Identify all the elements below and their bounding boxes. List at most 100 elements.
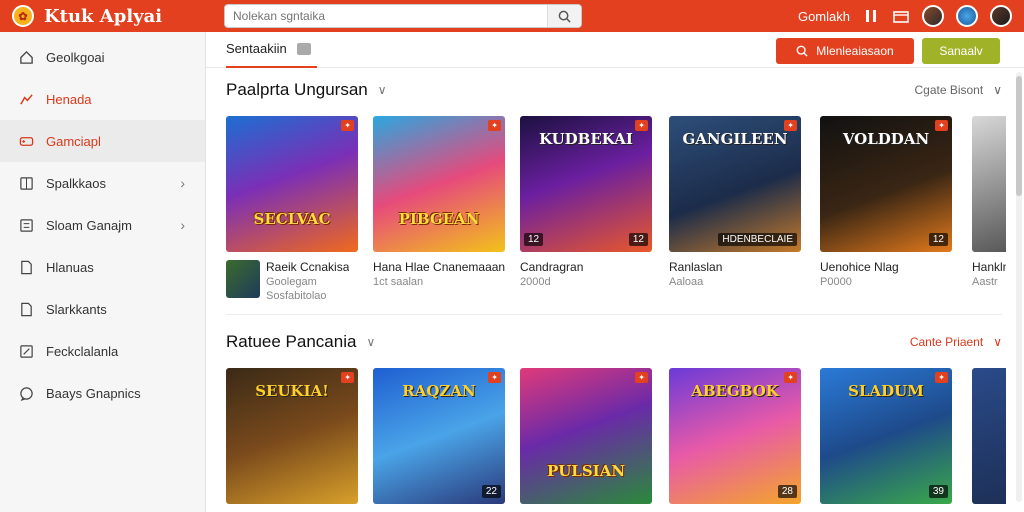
game-thumbnail — [972, 368, 1006, 504]
scrollbar[interactable] — [1016, 72, 1022, 502]
sidebar-item-label: Sloam Ganajm — [46, 217, 132, 233]
chevron-down-icon[interactable]: ∨ — [378, 83, 387, 97]
thumb-title: SLADUM — [848, 382, 924, 400]
pause-icon[interactable] — [862, 7, 880, 25]
new-tag-badge: ✦ — [488, 120, 501, 131]
game-card[interactable]: ✦ VOLDDAN 12 Uenohice Nlag P0000 — [820, 116, 952, 288]
game-card[interactable]: ✦ KUDBEKAI 12 12 Candragran 2000d — [520, 116, 652, 288]
tab-badge-icon — [296, 42, 311, 55]
sidebar-item-lists[interactable]: Sloam Ganajm › — [0, 204, 205, 246]
tab-active[interactable]: Sentaakiin — [226, 32, 317, 68]
card-subtitle-2: Sosfabitolao — [266, 290, 327, 302]
section-title: Paalprta Ungursan — [226, 80, 368, 99]
section-more-label: Cante Priaent — [909, 335, 984, 349]
game-card[interactable]: ✦ ABEGBOK 28 — [669, 368, 801, 504]
thumb-title: SECLVAC — [253, 210, 331, 228]
new-tag-badge: ✦ — [635, 372, 648, 383]
avatar[interactable] — [922, 5, 944, 27]
card-row: ✦ SEUKIA! ✦ RAQZAN 22 ✦ PULSIAN ✦ ABEGBO… — [226, 368, 1006, 508]
search-icon — [796, 45, 808, 57]
new-tag-badge: ✦ — [341, 120, 354, 131]
thumb-title: VOLDDAN — [842, 130, 930, 148]
sidebar-item-starred[interactable]: Slarkkants — [0, 288, 205, 330]
game-card[interactable]: ✦ SLADUM 39 — [820, 368, 952, 504]
game-thumbnail — [972, 116, 1006, 252]
game-card[interactable]: ✦ GANGILEEN HDENBECLAIE Ranlaslan Aaloaa — [669, 116, 801, 288]
game-card[interactable]: Hankln Aastr — [972, 116, 1006, 288]
card-title: Candragran — [520, 260, 584, 274]
developer-avatar — [226, 260, 260, 298]
section-more-link[interactable]: Cgate Bisont ∨ — [914, 83, 1002, 97]
document-icon — [18, 259, 34, 275]
sidebar-item-label: Feckclalanla — [46, 343, 119, 359]
chevron-right-icon: › — [180, 175, 185, 191]
card-meta: Raeik Ccnakisa Goolegam Sosfabitolao — [226, 260, 358, 302]
card-title: Ranlaslan — [669, 260, 723, 274]
sidebar-item-label: Henada — [46, 91, 92, 107]
brand[interactable]: ✿ Ktuk Aplyai — [0, 5, 206, 27]
game-card[interactable]: ✦ PULSIAN — [520, 368, 652, 504]
card-subtitle: Goolegam — [266, 276, 317, 288]
game-thumbnail: ✦ RAQZAN 22 — [373, 368, 505, 504]
game-card[interactable]: ✦ PIBGEAN Hana Hlae Cnanemaaan 1ct saala… — [373, 116, 505, 288]
sidebar-item-categories[interactable]: Spalkkaos › — [0, 162, 205, 204]
thumb-title: RAQZAN — [402, 382, 476, 400]
section-header: Ratuee Pancania ∨ Cante Priaent ∨ — [226, 328, 1002, 356]
gift-icon[interactable] — [892, 7, 910, 25]
top-bar: ✿ Ktuk Aplyai Gomlakh — [0, 0, 1024, 32]
sidebar-item-help[interactable]: Baays Gnapnics — [0, 372, 205, 414]
search-icon — [558, 10, 571, 23]
section-featured: Paalprta Ungursan ∨ Cgate Bisont ∨ ✦ SEC… — [226, 76, 1006, 302]
user-avatar[interactable] — [990, 5, 1012, 27]
card-subtitle: 1ct saalan — [373, 276, 424, 288]
app-logo-icon: ✿ — [12, 5, 34, 27]
sidebar-item-home[interactable]: Geolkgoai — [0, 36, 205, 78]
thumb-title: ABEGBOK — [691, 382, 779, 400]
card-title: Raeik Ccnakisa — [266, 260, 350, 274]
card-subtitle: Aastr — [972, 276, 998, 288]
section-divider — [226, 314, 1002, 315]
count-badge: 12 — [928, 233, 948, 246]
scrollbar-thumb[interactable] — [1016, 76, 1022, 196]
section-more-label: Cgate Bisont — [914, 83, 984, 97]
globe-icon[interactable] — [956, 5, 978, 27]
chevron-down-icon: ∨ — [993, 335, 1002, 349]
sidebar-item-feedback[interactable]: Feckclalanla — [0, 330, 205, 372]
game-thumbnail: ✦ PULSIAN — [520, 368, 652, 504]
count-badge: HDENBECLAIE — [718, 233, 797, 246]
search-input[interactable] — [225, 5, 547, 27]
sidebar-item-docs[interactable]: Hlanuas — [0, 246, 205, 288]
primary-search-button[interactable]: Mlenleaiasaon — [776, 38, 914, 64]
sidebar-item-trending[interactable]: Henada — [0, 78, 205, 120]
thumb-title: GANGILEEN — [682, 130, 788, 148]
list-icon — [18, 217, 34, 233]
chevron-down-icon: ∨ — [993, 83, 1002, 97]
trending-icon — [18, 91, 34, 107]
game-card[interactable]: ✦ RAQZAN 22 — [373, 368, 505, 504]
sidebar-item-games[interactable]: Gamciapl — [0, 120, 205, 162]
game-card[interactable]: ✦ SEUKIA! — [226, 368, 358, 504]
thumb-title: PULSIAN — [546, 462, 626, 480]
secondary-button[interactable]: Sanaalv — [922, 38, 1000, 64]
game-card[interactable] — [972, 368, 1006, 504]
section-title: Ratuee Pancania — [226, 332, 357, 351]
card-meta: Hankln Aastr — [972, 260, 1006, 288]
top-link[interactable]: Gomlakh — [798, 9, 850, 24]
search-button[interactable] — [547, 5, 581, 27]
card-row: ✦ SECLVAC Raeik Ccnakisa Goolegam Sosfab… — [226, 116, 1006, 302]
card-meta: Ranlaslan Aaloaa — [669, 260, 801, 288]
top-actions: Gomlakh — [798, 5, 1024, 27]
card-meta: Hana Hlae Cnanemaaan 1ct saalan — [373, 260, 505, 288]
section-more-link[interactable]: Cante Priaent ∨ — [910, 335, 1002, 349]
search-bar — [224, 4, 582, 28]
game-card[interactable]: ✦ SECLVAC Raeik Ccnakisa Goolegam Sosfab… — [226, 116, 358, 302]
app-title: Ktuk Aplyai — [44, 5, 163, 27]
card-meta: Uenohice Nlag P0000 — [820, 260, 952, 288]
sidebar: Geolkgoai Henada Gamciapl Spalkkaos › Sl… — [0, 32, 206, 512]
primary-button-label: Mlenleaiasaon — [816, 44, 894, 58]
chevron-down-icon[interactable]: ∨ — [366, 335, 375, 349]
game-thumbnail: ✦ PIBGEAN — [373, 116, 505, 252]
count-badge: 28 — [777, 485, 797, 498]
card-meta: Candragran 2000d — [520, 260, 652, 288]
card-subtitle: P0000 — [820, 276, 852, 288]
